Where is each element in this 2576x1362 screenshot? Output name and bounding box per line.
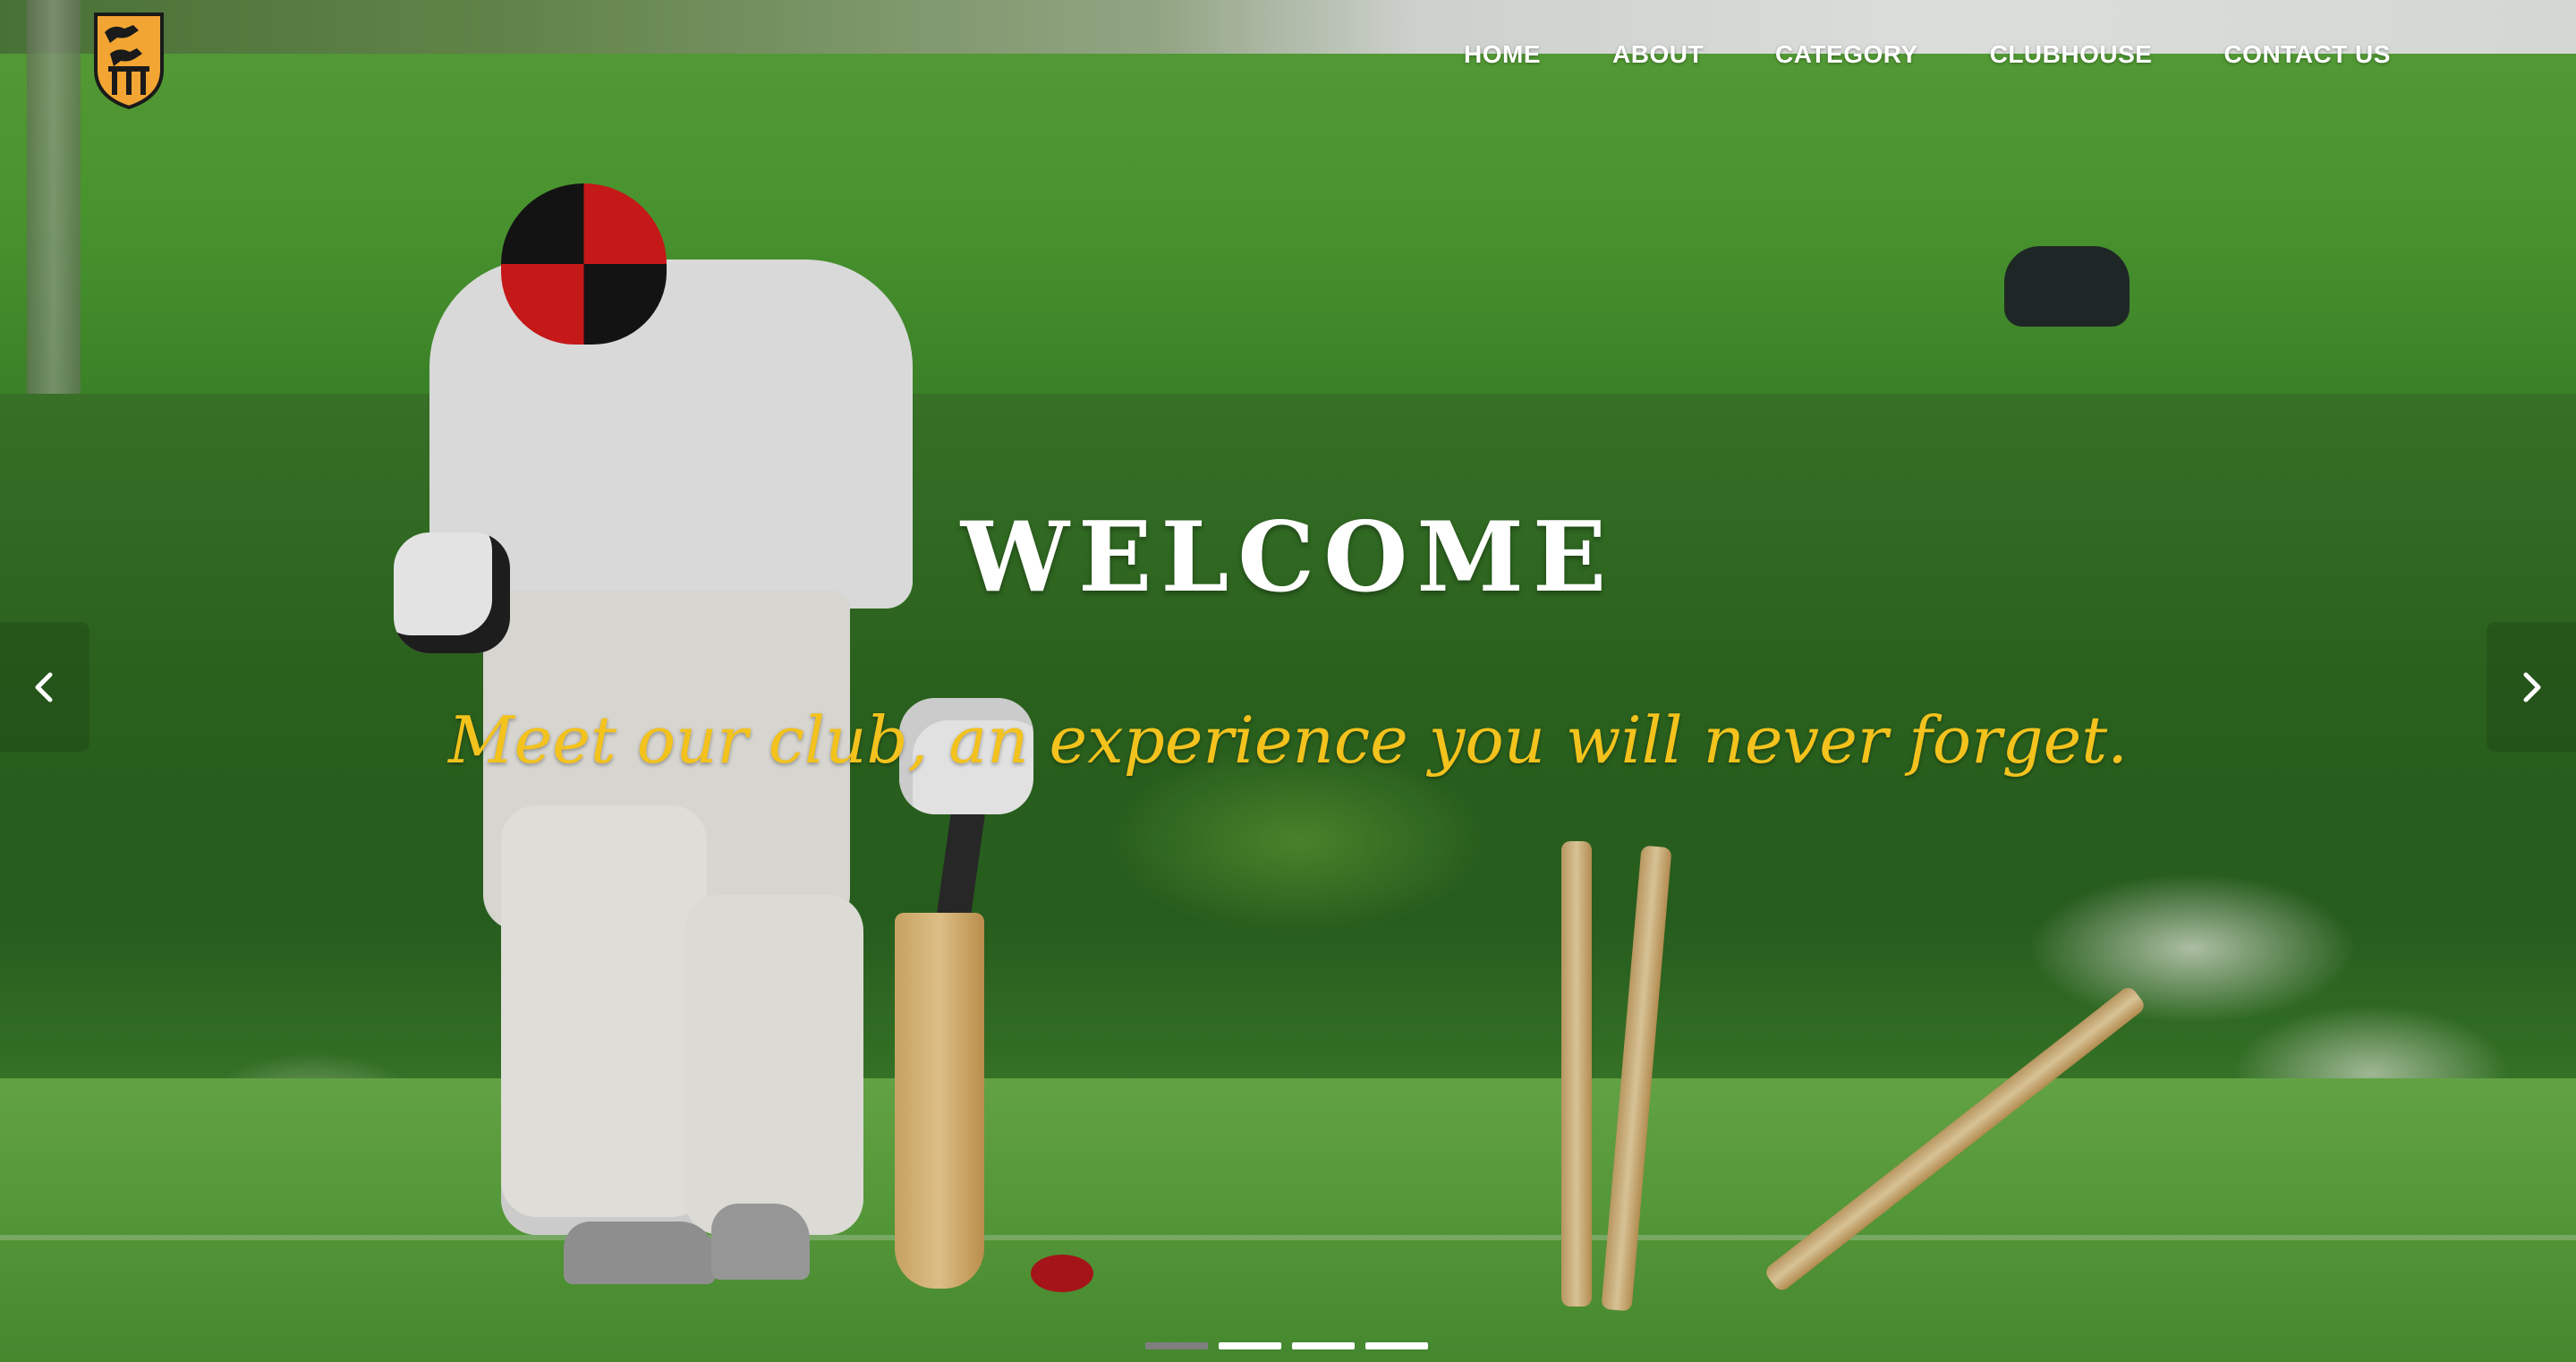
nav-clubhouse[interactable]: CLUBHOUSE [1990, 40, 2153, 69]
nav-category[interactable]: CATEGORY [1775, 40, 1918, 69]
carousel-next-button[interactable] [2487, 622, 2576, 752]
club-crest-icon [94, 13, 164, 110]
club-logo[interactable] [92, 11, 166, 111]
chevron-left-icon [35, 672, 53, 702]
nav-home[interactable]: HOME [1464, 40, 1541, 69]
carousel-indicator[interactable] [1145, 1342, 1208, 1349]
carousel-indicator[interactable] [1365, 1342, 1428, 1349]
carousel-indicators [1145, 1342, 1428, 1349]
hero-overlay [0, 0, 2576, 1362]
hero-title: WELCOME [960, 501, 1616, 614]
carousel-indicator[interactable] [1219, 1342, 1281, 1349]
nav-about[interactable]: ABOUT [1612, 40, 1704, 69]
carousel-prev-button[interactable] [0, 622, 89, 752]
hero-banner [0, 0, 2576, 1362]
chevron-right-icon [2523, 672, 2541, 702]
carousel-indicator[interactable] [1292, 1342, 1355, 1349]
main-nav: HOME ABOUT CATEGORY CLUBHOUSE CONTACT US [1432, 40, 2391, 69]
hero-tagline: Meet our club, an experience you will ne… [447, 702, 2129, 778]
nav-contact-us[interactable]: CONTACT US [2223, 40, 2390, 69]
